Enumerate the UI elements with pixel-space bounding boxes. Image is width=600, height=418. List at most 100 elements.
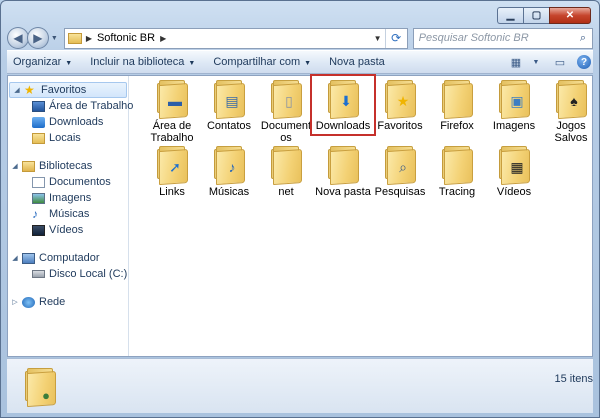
sidebar-item-label: Imagens	[49, 192, 92, 204]
folder-label: Contatos	[206, 120, 252, 132]
folder-icon	[440, 80, 474, 120]
explorer-panes: ◢ ★ Favoritos Área de Trabalho Downloads…	[7, 74, 593, 357]
folder-item[interactable]: ★ Favoritos	[372, 80, 428, 132]
back-button[interactable]: ◀	[7, 27, 29, 49]
folder-item[interactable]: net	[258, 146, 314, 198]
star-icon: ★	[24, 82, 35, 97]
sidebar-item-libraries[interactable]: ◢ Bibliotecas	[8, 158, 128, 174]
computer-group: ◢ Computador Disco Local (C:)	[8, 250, 128, 282]
folder-item[interactable]: ▤ Contatos	[201, 80, 257, 132]
sidebar-item-pictures[interactable]: Imagens	[8, 190, 128, 206]
caption-buttons: ▁ ▢ ✕	[497, 7, 591, 24]
expand-icon[interactable]: ◢	[12, 86, 22, 94]
explorer-window: ▁ ▢ ✕ ◀ ▶ ▼ ▶ Softonic BR ▶ ▼ ⟳ Pesquisa…	[0, 0, 600, 418]
sidebar-item-label: Vídeos	[49, 224, 84, 236]
folder-item[interactable]: ➚ Links	[144, 146, 200, 198]
folder-item[interactable]: ▦ Vídeos	[486, 146, 542, 198]
folder-item[interactable]: ▬ Área de Trabalho	[144, 80, 200, 144]
sidebar-item-network[interactable]: ▷ Rede	[8, 294, 128, 310]
navigation-bar: ◀ ▶ ▼ ▶ Softonic BR ▶ ▼ ⟳ Pesquisar Soft…	[7, 26, 594, 50]
sidebar-item-label: Downloads	[49, 116, 104, 128]
folder-label: Favoritos	[377, 120, 423, 132]
expand-icon[interactable]: ◢	[10, 162, 20, 170]
refresh-icon: ⟳	[391, 31, 402, 45]
searches-folder-icon: ⌕	[383, 146, 417, 186]
chevron-down-icon: ▼	[65, 60, 73, 67]
folder-label: Tracing	[438, 186, 476, 198]
sidebar-item-music[interactable]: ♪ Músicas	[8, 206, 128, 222]
refresh-button[interactable]: ⟳	[384, 28, 407, 48]
folder-label: Nova pasta	[315, 186, 371, 198]
search-icon[interactable]: ⌕	[574, 32, 592, 45]
view-options-icon[interactable]: ▦	[507, 54, 525, 70]
documents-folder-icon: ▯	[269, 80, 303, 120]
address-dropdown-icon[interactable]: ▼	[371, 34, 385, 43]
sidebar-item-recent-places[interactable]: Locais	[8, 130, 128, 146]
navigation-pane: ◢ ★ Favoritos Área de Trabalho Downloads…	[8, 76, 133, 356]
new-folder-button[interactable]: Nova pasta	[329, 56, 385, 68]
folder-item[interactable]: ▣ Imagens	[486, 80, 542, 132]
address-bar[interactable]: ▶ Softonic BR ▶ ▼ ⟳	[63, 27, 408, 49]
recent-pages-dropdown[interactable]: ▼	[51, 35, 58, 42]
pictures-folder-icon: ▣	[497, 80, 531, 120]
downloads-folder-icon: ⬇	[326, 80, 360, 120]
folder-item[interactable]: ⬇ Downloads	[310, 74, 376, 136]
help-button[interactable]: ?	[575, 54, 593, 70]
folder-label: Músicas	[208, 186, 250, 198]
sidebar-item-label: Documentos	[49, 176, 111, 188]
folder-label: Documentos	[260, 120, 312, 144]
sidebar-header-label: Bibliotecas	[39, 160, 93, 172]
preview-pane-icon[interactable]: ▭	[551, 54, 569, 70]
folder-label: Firefox	[440, 120, 474, 132]
sidebar-item-favorites[interactable]: ◢ ★ Favoritos	[9, 82, 127, 98]
sidebar-header-label: Favoritos	[41, 84, 87, 96]
close-button[interactable]: ✕	[549, 7, 591, 24]
folder-item[interactable]: ♪ Músicas	[201, 146, 257, 198]
share-button[interactable]: Compartilhar com ▼	[213, 56, 311, 68]
sidebar-item-local-disk[interactable]: Disco Local (C:)	[8, 266, 128, 282]
minimize-button[interactable]: ▁	[497, 7, 523, 24]
music-icon: ♪	[32, 206, 38, 221]
chevron-down-icon[interactable]: ▼	[527, 54, 545, 70]
search-input[interactable]: Pesquisar Softonic BR	[419, 32, 574, 44]
folder-item[interactable]: ▯ Documentos	[258, 80, 314, 144]
music-folder-icon: ♪	[212, 146, 246, 186]
breadcrumb[interactable]: Softonic BR	[97, 32, 155, 44]
folder-icon	[269, 146, 303, 186]
expand-icon[interactable]: ▷	[10, 298, 20, 306]
sidebar-item-downloads[interactable]: Downloads	[8, 114, 128, 130]
details-pane: ● 15 itens	[7, 358, 593, 413]
organize-button[interactable]: Organizar ▼	[13, 56, 72, 68]
downloads-icon	[32, 116, 45, 128]
folder-icon: ●	[23, 368, 56, 408]
folder-item[interactable]: ♠ Jogos Salvos	[543, 80, 599, 144]
pictures-icon	[32, 192, 45, 204]
sidebar-item-desktop[interactable]: Área de Trabalho	[8, 98, 133, 114]
folder-icon	[67, 32, 82, 44]
folder-item[interactable]: Tracing	[429, 146, 485, 198]
breadcrumb-separator-icon[interactable]: ▶	[86, 34, 92, 43]
search-box[interactable]: Pesquisar Softonic BR ⌕	[412, 27, 594, 49]
sidebar-item-videos[interactable]: Vídeos	[8, 222, 128, 238]
sidebar-item-documents[interactable]: Documentos	[8, 174, 128, 190]
folder-item[interactable]: Firefox	[429, 80, 485, 132]
folder-item[interactable]: Nova pasta	[315, 146, 371, 198]
forward-button[interactable]: ▶	[26, 27, 49, 49]
item-count: 15 itens	[554, 373, 593, 385]
include-library-button[interactable]: Incluir na biblioteca ▼	[90, 56, 195, 68]
maximize-button[interactable]: ▢	[523, 7, 549, 24]
network-icon	[22, 296, 35, 308]
folder-icon	[326, 146, 360, 186]
forward-arrow-icon: ▶	[33, 31, 43, 45]
share-label: Compartilhar com	[213, 56, 301, 68]
network-group: ▷ Rede	[8, 294, 128, 310]
documents-icon	[32, 176, 45, 188]
folder-label: Área de Trabalho	[150, 120, 194, 144]
links-folder-icon: ➚	[155, 146, 189, 186]
sidebar-item-computer[interactable]: ◢ Computador	[8, 250, 128, 266]
folder-label: Vídeos	[496, 186, 532, 198]
expand-icon[interactable]: ◢	[10, 254, 20, 262]
folder-item[interactable]: ⌕ Pesquisas	[372, 146, 428, 198]
breadcrumb-separator-icon[interactable]: ▶	[160, 34, 166, 43]
desktop-folder-icon: ▬	[155, 80, 189, 120]
